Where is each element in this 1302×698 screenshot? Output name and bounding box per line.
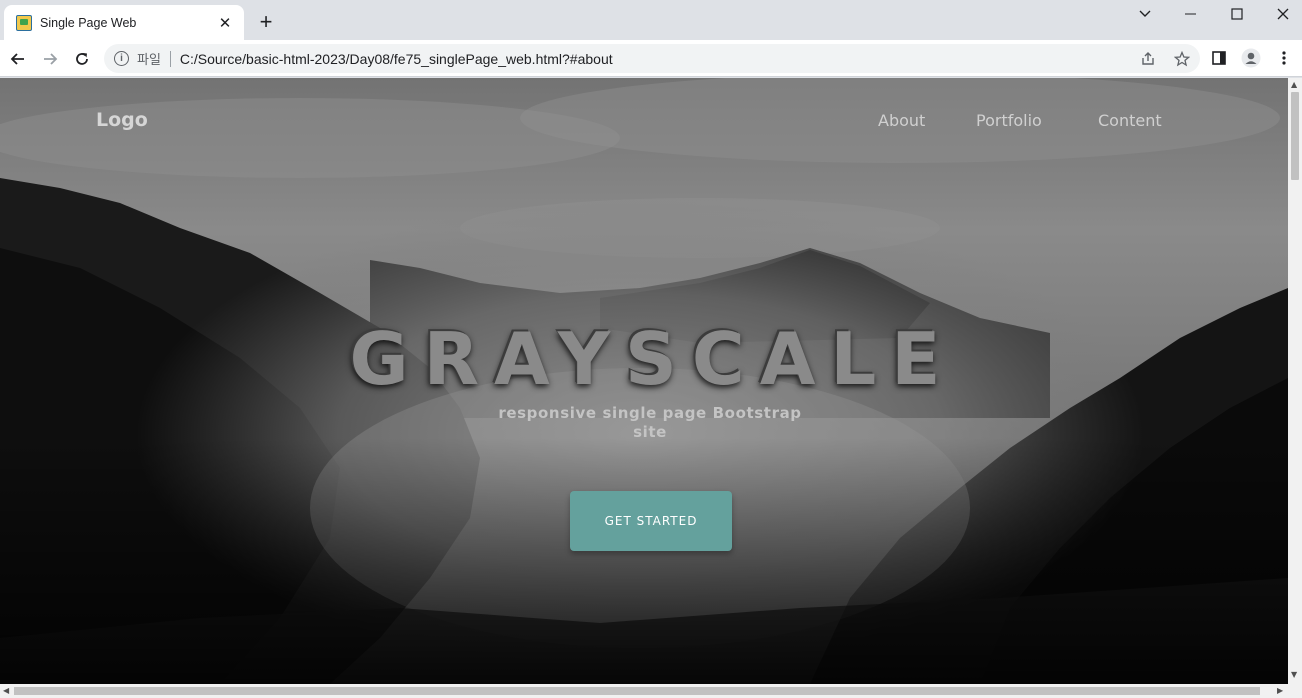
forward-button[interactable] [36, 45, 64, 73]
horizontal-scrollbar[interactable]: ◀ ▶ [0, 684, 1302, 698]
share-button[interactable] [1138, 49, 1158, 69]
reload-button[interactable] [68, 45, 96, 73]
vertical-scroll-thumb[interactable] [1291, 92, 1299, 180]
tab-close-icon[interactable]: ✕ [216, 14, 234, 32]
scroll-down-arrow-icon[interactable]: ▼ [1291, 670, 1297, 679]
maximize-button[interactable] [1214, 0, 1260, 28]
close-icon [1277, 8, 1289, 20]
horizontal-scroll-thumb[interactable] [14, 687, 1260, 695]
scroll-up-arrow-icon[interactable]: ▲ [1291, 80, 1297, 89]
window-close-button[interactable] [1260, 0, 1302, 28]
hero-subtitle: responsive single page Bootstrap site [498, 404, 802, 441]
site-navbar: Logo About Portfolio Content [0, 78, 1288, 164]
scroll-right-arrow-icon[interactable]: ▶ [1277, 686, 1283, 695]
chevron-down-icon [1139, 10, 1151, 17]
nav-link-portfolio[interactable]: Portfolio [976, 111, 1042, 130]
omnibox-divider [169, 50, 171, 67]
share-icon [1142, 51, 1154, 65]
back-icon [10, 53, 24, 65]
side-panel-button[interactable] [1209, 48, 1229, 68]
url-text[interactable]: C:/Source/basic-html-2023/Day08/fe75_sin… [180, 51, 613, 67]
tab-search-button[interactable] [1122, 0, 1168, 28]
scroll-left-arrow-icon[interactable]: ◀ [3, 686, 9, 695]
site-logo[interactable]: Logo [96, 109, 148, 131]
browser-tab[interactable]: Single Page Web ✕ [4, 5, 244, 40]
star-icon [1174, 50, 1190, 66]
new-tab-button[interactable]: + [254, 9, 278, 34]
reload-icon [76, 53, 88, 65]
address-bar[interactable]: i 파일 C:/Source/basic-html-2023/Day08/fe7… [104, 44, 1200, 73]
page-viewport: Logo About Portfolio Content GRAYSCALE G… [0, 78, 1288, 684]
profile-button[interactable] [1241, 48, 1261, 68]
scheme-label: 파일 [137, 53, 161, 68]
tab-title: Single Page Web [40, 15, 137, 30]
page-favicon-icon [16, 14, 32, 31]
minimize-button[interactable] [1168, 0, 1214, 28]
side-panel-icon [1212, 51, 1226, 65]
back-button[interactable] [4, 45, 32, 73]
bookmark-button[interactable] [1172, 49, 1192, 69]
forward-icon [44, 53, 58, 65]
nav-link-content[interactable]: Content [1098, 111, 1162, 130]
browser-menu-button[interactable] [1274, 48, 1294, 68]
nav-link-about[interactable]: About [878, 111, 925, 130]
profile-icon [1241, 48, 1261, 68]
omnibox-actions [1138, 44, 1192, 73]
tab-strip: Single Page Web ✕ + [0, 0, 1302, 40]
browser-toolbar: i 파일 C:/Source/basic-html-2023/Day08/fe7… [0, 40, 1302, 77]
menu-icon [1282, 51, 1286, 65]
info-icon[interactable]: i [114, 51, 129, 66]
minimize-icon [1185, 13, 1196, 15]
maximize-icon [1231, 8, 1243, 20]
hero-title: GRAYSCALE [0, 316, 1288, 400]
vertical-scrollbar[interactable]: ▲ ▼ [1288, 78, 1302, 684]
get-started-button[interactable]: GET STARTED [570, 491, 732, 551]
